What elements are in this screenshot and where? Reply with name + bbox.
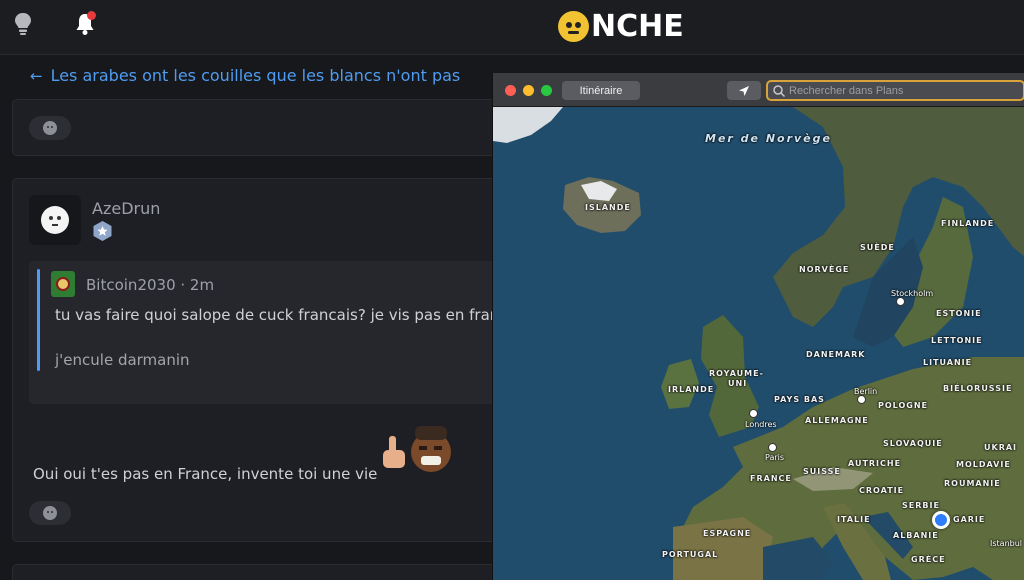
map-label: FINLANDE — [941, 219, 995, 228]
capital-marker — [768, 443, 777, 452]
current-location-marker[interactable] — [932, 511, 950, 529]
map-label: Mer de Norvège — [705, 132, 832, 145]
map-label: NORVÈGE — [799, 265, 850, 274]
map-label: ESTONIE — [936, 309, 982, 318]
city-label: Paris — [765, 453, 785, 462]
map-label: SLOVAQUIE — [883, 439, 943, 448]
onche-logo[interactable]: NCHE — [558, 8, 684, 44]
avatar-smiley-icon — [41, 206, 69, 234]
map-label: ROUMANIE — [944, 479, 1001, 488]
map-label: MOLDAVIE — [956, 460, 1011, 469]
quote-text: j'encule darmanin — [55, 351, 190, 369]
maps-search-input[interactable] — [789, 84, 1009, 97]
sticker-middle-finger-icon — [375, 422, 453, 480]
map-label: SERBIE — [902, 501, 940, 510]
map-label: ALBANIE — [893, 531, 939, 540]
avatar[interactable] — [29, 195, 81, 245]
quote-author[interactable]: Bitcoin2030 · 2m — [86, 276, 214, 294]
map-label: FRANCE — [750, 474, 792, 483]
quote-bar — [37, 269, 40, 371]
window-close-button[interactable] — [505, 85, 516, 96]
map-label: GRÈCE — [911, 555, 946, 564]
post-body-text: Oui oui t'es pas en France, invente toi … — [33, 465, 378, 483]
map-label: ALLEMAGNE — [805, 416, 869, 425]
map-label: GARIE — [953, 515, 986, 524]
map-label: SUISSE — [803, 467, 841, 476]
top-bar: NCHE — [0, 0, 1024, 55]
location-arrow-icon — [739, 85, 749, 96]
notification-badge — [87, 11, 96, 20]
map-label: PORTUGAL — [662, 550, 719, 559]
reaction-button[interactable] — [29, 501, 71, 525]
directions-button[interactable]: Itinéraire — [562, 81, 640, 100]
search-icon — [773, 84, 786, 97]
post-author[interactable]: AzeDrun — [92, 199, 160, 218]
map-label: ROYAUME- — [709, 369, 764, 378]
map-label: LETTONIE — [931, 336, 983, 345]
maps-window: Itinéraire Rechercher dans Plans Mer de … — [492, 73, 1024, 580]
back-arrow-icon: ← — [30, 66, 43, 85]
map-label: DANEMARK — [806, 350, 866, 359]
window-minimize-button[interactable] — [523, 85, 534, 96]
map-label: AUTRICHE — [848, 459, 902, 468]
city-label: Istanbul — [990, 539, 1023, 548]
reaction-button[interactable] — [29, 116, 71, 140]
maps-toolbar: Itinéraire — [493, 73, 1024, 107]
window-maximize-button[interactable] — [541, 85, 552, 96]
logo-smiley-icon — [558, 10, 589, 42]
capital-marker — [749, 409, 758, 418]
map-label: LITUANIE — [923, 358, 973, 367]
capital-marker — [896, 297, 905, 306]
map-label: UKRAI — [984, 443, 1018, 452]
map-label: PAYS BAS — [774, 395, 825, 404]
maps-search-field[interactable] — [766, 80, 1024, 101]
current-location-button[interactable] — [727, 81, 761, 100]
reaction-smiley-icon — [43, 506, 57, 520]
map-label: ISLANDE — [585, 203, 631, 212]
topic-title: Les arabes ont les couilles que les blan… — [50, 66, 461, 85]
map-label: ITALIE — [837, 515, 871, 524]
topic-title-link[interactable]: ← Les arabes ont les couilles que les bl… — [30, 66, 460, 85]
map-label: CROATIE — [859, 486, 905, 495]
map-label: POLOGNE — [878, 401, 929, 410]
map-label: SUÈDE — [860, 243, 895, 252]
rank-badge-icon — [93, 221, 112, 241]
city-label: Londres — [745, 420, 777, 429]
reaction-smiley-icon — [43, 121, 57, 135]
city-label: Stockholm — [891, 289, 934, 298]
map-label: IRLANDE — [668, 385, 715, 394]
quote-text: tu vas faire quoi salope de cuck francai… — [55, 306, 500, 324]
quote-avatar — [51, 271, 75, 297]
lightbulb-icon[interactable] — [12, 12, 34, 36]
logo-text: NCHE — [591, 8, 684, 44]
map-label: UNI — [728, 379, 748, 388]
map-label: ESPAGNE — [703, 529, 752, 538]
map-label: BIÉLORUSSIE — [943, 384, 1013, 393]
city-label: Berlin — [854, 387, 878, 396]
capital-marker — [857, 395, 866, 404]
